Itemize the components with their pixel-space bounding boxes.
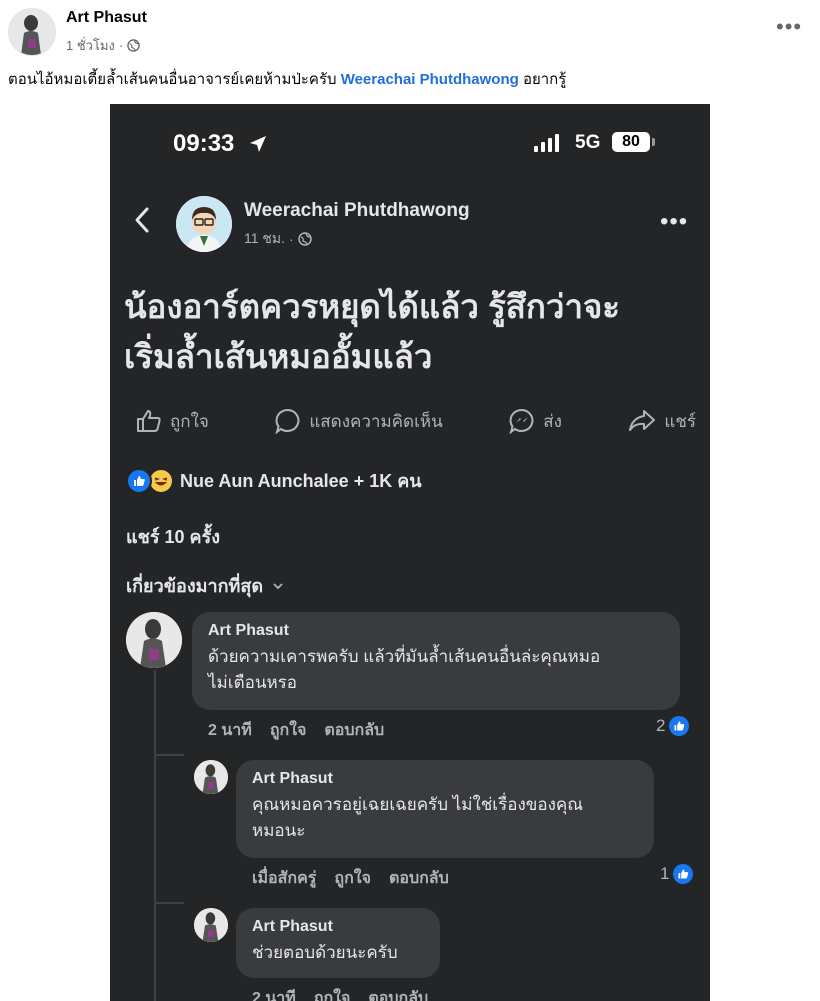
reply-time[interactable]: 2 นาที (252, 986, 296, 1001)
comment-like-button[interactable]: ถูกใจ (270, 718, 307, 743)
page-more-options-icon[interactable]: ••• (660, 208, 688, 236)
post-caption: ตอนไอ้หมอเตี้ยล้ำเส้นคนอื่นอาจารย์เคยห้า… (8, 67, 566, 91)
share-label: แชร์ (664, 411, 696, 431)
share-arrow-icon (629, 410, 656, 431)
battery-tip (652, 138, 655, 146)
post-action-bar: ถูกใจ แสดงความคิดเห็น ส่ง แชร์ (136, 406, 696, 436)
send-action[interactable]: ส่ง (509, 406, 562, 436)
thread-line-branch (154, 754, 184, 756)
reply-bubble: Art Phasut ช่วยตอบด้วยนะครับ (236, 908, 440, 978)
reply-like-button[interactable]: ถูกใจ (314, 986, 351, 1001)
more-options-icon[interactable]: ••• (776, 16, 802, 38)
separator-dot: · (118, 38, 124, 53)
chevron-down-icon (273, 582, 283, 589)
commenter-avatar[interactable] (194, 908, 228, 942)
comment-like-count[interactable]: 2 (656, 716, 690, 736)
page-post-time: 11 ชม. · (244, 228, 312, 250)
reply-text-line1: ช่วยตอบด้วยนะครับ (252, 943, 398, 962)
phone-status-bar: 09:33 5G 80 (110, 104, 710, 184)
globe-icon (127, 39, 140, 52)
embedded-screenshot: 09:33 5G 80 Weerachai Phutdhawong 11 ชม.… (110, 104, 710, 1001)
page-post-time-text[interactable]: 11 ชม. (244, 228, 285, 250)
comment-meta: 2 นาที ถูกใจ ตอบกลับ (208, 718, 384, 743)
reply-meta: เมื่อสักครู่ ถูกใจ ตอบกลับ (252, 866, 449, 891)
thread-line-vertical (154, 670, 156, 1001)
reply-text-line1: คุณหมอควรอยู่เฉยเฉยครับ ไม่ใช่เรื่องของค… (252, 795, 584, 814)
like-label: ถูกใจ (170, 411, 209, 431)
page-avatar[interactable] (176, 196, 232, 252)
location-arrow-icon (250, 136, 266, 152)
comment-label: แสดงความคิดเห็น (309, 411, 443, 431)
reply-like-button[interactable]: ถูกใจ (334, 866, 371, 891)
post-time: 1 ชั่วโมง · (66, 35, 140, 56)
comment-bubble: Art Phasut ด้วยความเคารพครับ แล้วที่มันล… (192, 612, 680, 710)
share-action[interactable]: แชร์ (628, 406, 696, 436)
reaction-text: Nue Aun Aunchalee + 1K คน (180, 471, 422, 491)
back-chevron-icon[interactable] (134, 206, 150, 234)
messenger-icon (509, 408, 534, 434)
commenter-name[interactable]: Art Phasut (252, 770, 638, 788)
author-avatar[interactable] (8, 8, 56, 56)
like-reaction-icon (126, 467, 152, 494)
like-action[interactable]: ถูกใจ (136, 406, 209, 436)
reply-time[interactable]: เมื่อสักครู่ (252, 866, 316, 891)
network-type: 5G (575, 132, 601, 153)
sort-label: เกี่ยวข้องมากที่สุด (126, 576, 264, 596)
share-count[interactable]: แชร์ 10 ครั้ง (126, 522, 220, 551)
reply-reply-button[interactable]: ตอบกลับ (368, 986, 428, 1001)
reaction-summary[interactable]: Nue Aun Aunchalee + 1K คน (126, 466, 422, 495)
commenter-avatar[interactable] (194, 760, 228, 794)
post-time-text[interactable]: 1 ชั่วโมง (66, 35, 115, 56)
comment-sort-dropdown[interactable]: เกี่ยวข้องมากที่สุด (126, 571, 283, 600)
embedded-post-text: น้องอาร์ตควรหยุดได้แล้ว รู้สึกว่าจะ เริ่… (124, 282, 704, 382)
commenter-name[interactable]: Art Phasut (252, 918, 424, 936)
commenter-name[interactable]: Art Phasut (208, 622, 664, 640)
separator-dot: · (289, 231, 294, 247)
mention-link[interactable]: Weerachai Phutdhawong (341, 71, 519, 88)
comment-text-line1: ด้วยความเคารพครับ แล้วที่มันล้ำเส้นคนอื่… (208, 647, 601, 666)
like-count-number: 1 (660, 864, 670, 883)
like-badge-icon (669, 716, 690, 736)
reply-like-count[interactable]: 1 (660, 864, 694, 884)
caption-text-after: อยากรู้ (518, 71, 567, 88)
signal-bars-icon (534, 134, 559, 152)
thumbs-up-icon (137, 410, 161, 432)
commenter-avatar[interactable] (126, 612, 182, 668)
page-name[interactable]: Weerachai Phutdhawong (244, 200, 470, 222)
caption-text-before: ตอนไอ้หมอเตี้ยล้ำเส้นคนอื่นอาจารย์เคยห้า… (8, 71, 341, 88)
reply-reply-button[interactable]: ตอบกลับ (389, 866, 449, 891)
comment-text-line2: ไม่เตือนหรอ (208, 673, 297, 692)
post-header: Art Phasut 1 ชั่วโมง · ••• ตอนไอ้หมอเตี้… (0, 0, 820, 104)
author-name[interactable]: Art Phasut (66, 9, 147, 27)
status-clock: 09:33 (173, 130, 235, 157)
thread-line-branch (154, 902, 184, 904)
battery-icon: 80 (612, 132, 650, 152)
reply-text-line2: หมอนะ (252, 821, 306, 840)
comment-bubble-icon (275, 408, 300, 434)
reply-meta: 2 นาที ถูกใจ ตอบกลับ (252, 986, 428, 1001)
comment-reply-button[interactable]: ตอบกลับ (324, 718, 384, 743)
reply-bubble: Art Phasut คุณหมอควรอยู่เฉยเฉยครับ ไม่ใช… (236, 760, 654, 858)
send-label: ส่ง (543, 411, 562, 431)
embedded-post-line1: น้องอาร์ตควรหยุดได้แล้ว รู้สึกว่าจะ (124, 288, 621, 325)
embedded-post-line2: เริ่มล้ำเส้นหมออั้มแล้ว (124, 338, 433, 375)
globe-icon (297, 232, 312, 246)
like-count-number: 2 (656, 716, 666, 735)
comment-action[interactable]: แสดงความคิดเห็น (275, 406, 443, 436)
comment-time[interactable]: 2 นาที (208, 718, 252, 743)
like-badge-icon (673, 864, 694, 884)
